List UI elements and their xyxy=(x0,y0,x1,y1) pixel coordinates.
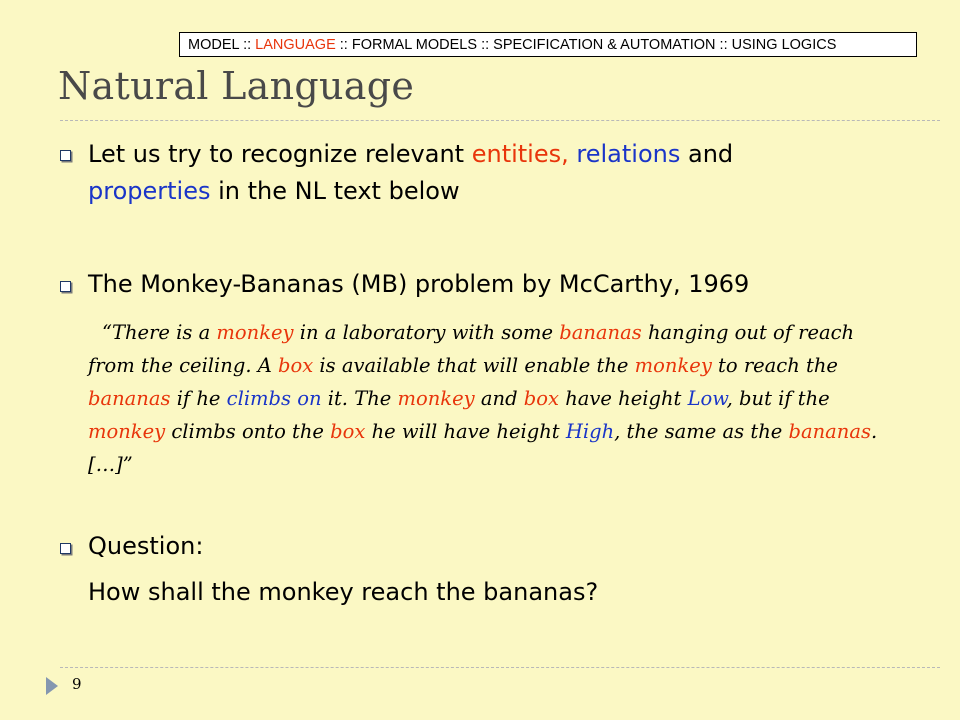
breadcrumb-item-using-logics[interactable]: USING LOGICS xyxy=(732,37,837,53)
bullet-3-question: How shall the monkey reach the bananas? xyxy=(88,578,599,606)
bullet-square-icon xyxy=(60,543,71,554)
breadcrumb-item-model[interactable]: MODEL xyxy=(188,37,239,53)
entity-bananas: bananas xyxy=(788,420,872,443)
triangle-arrow-icon xyxy=(46,677,58,695)
monkey-bananas-quote: “There is a monkey in a laboratory with … xyxy=(88,316,908,481)
quote-text: it. The xyxy=(321,387,398,410)
quote-text: and xyxy=(474,387,524,410)
bullet-1-text: Let us try to recognize relevant xyxy=(88,140,472,168)
quote-line-5: […]” xyxy=(88,448,908,481)
breadcrumb-separator: :: xyxy=(481,37,494,53)
entity-bananas: bananas xyxy=(88,387,171,410)
bullet-1-line-2: properties in the NL text below xyxy=(88,173,460,210)
entity-monkey: monkey xyxy=(634,354,712,377)
bullet-1-line-1: Let us try to recognize relevant entitie… xyxy=(88,136,733,173)
entity-box: box xyxy=(330,420,366,443)
entity-box: box xyxy=(523,387,559,410)
quote-text: he will have height xyxy=(365,420,566,443)
breadcrumb-item-specification-automation[interactable]: SPECIFICATION & AUTOMATION xyxy=(493,37,715,53)
quote-text: , the same as the xyxy=(614,420,789,443)
quote-line-4: monkey climbs onto the box he will have … xyxy=(88,415,908,448)
quote-text: hanging out of reach xyxy=(641,321,855,344)
quote-text: is available that will enable the xyxy=(313,354,635,377)
entity-monkey: monkey xyxy=(216,321,294,344)
entities-word: entities, xyxy=(471,140,569,168)
quote-line-3: bananas if he climbs on it. The monkey a… xyxy=(88,382,908,415)
entity-monkey: monkey xyxy=(88,420,166,443)
bullet-square-icon xyxy=(60,150,71,161)
entity-monkey: monkey xyxy=(397,387,475,410)
slide-title: Natural Language xyxy=(58,64,415,108)
property-low: Low xyxy=(687,387,727,410)
bullet-1-rest: in the NL text below xyxy=(210,177,460,205)
quote-text: . xyxy=(871,420,878,443)
title-divider xyxy=(60,120,940,121)
relation-climbs-on: climbs on xyxy=(226,387,322,410)
quote-text: from the ceiling. A xyxy=(88,354,278,377)
entity-box: box xyxy=(278,354,314,377)
quote-text: […]” xyxy=(88,453,133,476)
breadcrumb: MODEL :: LANGUAGE :: FORMAL MODELS :: SP… xyxy=(179,32,917,57)
property-high: High xyxy=(565,420,615,443)
quote-text: in a laboratory with some xyxy=(293,321,560,344)
bullet-square-icon xyxy=(60,281,71,292)
page-number: 9 xyxy=(72,675,82,693)
breadcrumb-separator: :: xyxy=(339,37,352,53)
quote-text: to reach the xyxy=(711,354,838,377)
properties-word: properties xyxy=(88,177,211,205)
and-word: and xyxy=(680,140,734,168)
breadcrumb-item-language[interactable]: LANGUAGE xyxy=(255,37,336,53)
breadcrumb-separator: :: xyxy=(243,37,256,53)
bullet-2-text: The Monkey-Bananas (MB) problem by McCar… xyxy=(88,270,750,298)
quote-text: climbs onto the xyxy=(165,420,331,443)
quote-text: “There is a xyxy=(102,321,217,344)
quote-line-2: from the ceiling. A box is available tha… xyxy=(88,349,908,382)
quote-text: have height xyxy=(559,387,688,410)
breadcrumb-separator: :: xyxy=(719,37,732,53)
breadcrumb-item-formal-models[interactable]: FORMAL MODELS xyxy=(352,37,477,53)
footer-divider xyxy=(60,667,940,668)
relations-word: relations xyxy=(576,140,681,168)
quote-text: if he xyxy=(170,387,227,410)
quote-text: , but if the xyxy=(726,387,830,410)
entity-bananas: bananas xyxy=(559,321,642,344)
quote-line-1: “There is a monkey in a laboratory with … xyxy=(88,316,908,349)
bullet-3-label: Question: xyxy=(88,532,204,560)
